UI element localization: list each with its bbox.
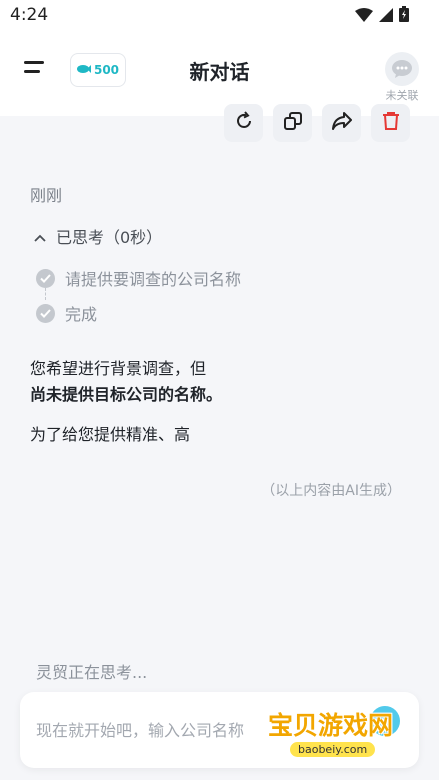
regenerate-button[interactable] bbox=[224, 104, 263, 142]
message-timestamp: 刚刚 bbox=[30, 186, 63, 205]
watermark-url: baobeiy.com bbox=[290, 742, 376, 757]
battery-icon bbox=[399, 6, 409, 26]
answer-line-bold: 尚未提供目标公司的名称。 bbox=[30, 385, 223, 404]
thinking-toggle[interactable]: 已思考（0秒） bbox=[34, 224, 162, 248]
thinking-step: 请提供要调查的公司名称 bbox=[36, 266, 241, 290]
check-icon bbox=[36, 303, 55, 323]
assistant-answer: 您希望进行背景调查，但 尚未提供目标公司的名称。 为了给您提供精准、高 bbox=[30, 356, 410, 448]
message-input[interactable] bbox=[34, 714, 298, 746]
copy-icon bbox=[283, 111, 303, 135]
wifi-icon bbox=[355, 7, 373, 26]
signal-icon bbox=[379, 7, 393, 26]
typing-status: 灵贸正在思考... bbox=[36, 663, 148, 682]
ai-generated-note: （以上内容由AI生成） bbox=[261, 483, 401, 499]
trash-icon bbox=[382, 111, 400, 135]
step-label: 完成 bbox=[65, 305, 98, 324]
wechat-icon bbox=[385, 52, 419, 86]
thinking-steps: 请提供要调查的公司名称 完成 bbox=[36, 266, 241, 336]
status-icons bbox=[355, 6, 409, 26]
delete-button[interactable] bbox=[371, 104, 410, 142]
check-icon bbox=[36, 268, 55, 288]
wechat-link-button[interactable]: 未关联 bbox=[377, 52, 427, 103]
status-bar: 4:24 bbox=[0, 0, 439, 32]
refresh-icon bbox=[234, 111, 254, 135]
thinking-step: 完成 bbox=[36, 301, 241, 325]
page-title: 新对话 bbox=[189, 60, 250, 84]
copy-button[interactable] bbox=[273, 104, 312, 142]
wechat-link-label: 未关联 bbox=[385, 89, 419, 102]
answer-line: 您希望进行背景调查，但 bbox=[30, 359, 207, 378]
status-time: 4:24 bbox=[10, 5, 49, 25]
chevron-up-icon bbox=[34, 227, 46, 246]
step-connector bbox=[45, 288, 46, 300]
step-label: 请提供要调查的公司名称 bbox=[65, 270, 242, 289]
share-icon bbox=[331, 111, 353, 135]
watermark-title: 宝贝游戏网 bbox=[268, 711, 394, 740]
thinking-label: 已思考（0秒） bbox=[56, 228, 163, 247]
answer-line: 为了给您提供精准、高 bbox=[30, 425, 191, 444]
message-action-row bbox=[224, 104, 410, 142]
site-watermark: 宝贝游戏网 baobeiy.com bbox=[262, 690, 422, 774]
share-button[interactable] bbox=[322, 104, 361, 142]
